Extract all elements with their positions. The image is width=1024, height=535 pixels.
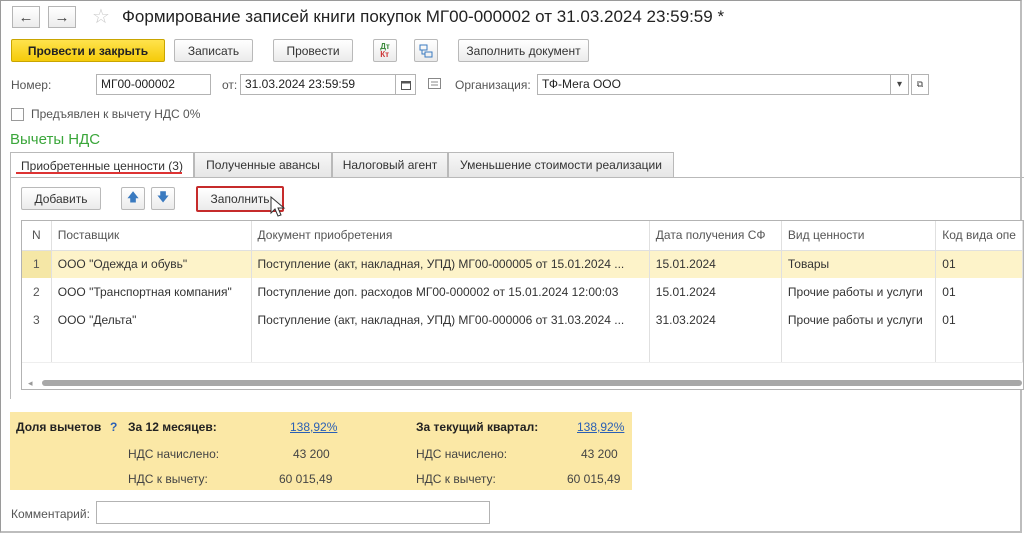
- organization-field[interactable]: ТФ-Мега ООО: [537, 74, 891, 95]
- acquired-values-table[interactable]: N Поставщик Документ приобретения Дата п…: [21, 220, 1024, 390]
- operation-code-cell: 01: [935, 250, 1023, 278]
- calendar-button[interactable]: [396, 74, 416, 95]
- section-title: Вычеты НДС: [10, 131, 101, 148]
- structure-button[interactable]: [414, 39, 438, 62]
- tab-sales-cost-reduction[interactable]: Уменьшение стоимости реализации: [448, 152, 674, 177]
- row-number: 1: [22, 250, 52, 278]
- value-type-cell: Товары: [781, 250, 937, 278]
- fill-document-button[interactable]: Заполнить документ: [458, 39, 589, 62]
- post-button[interactable]: Провести: [273, 39, 353, 62]
- tab-acquired-values[interactable]: Приобретенные ценности (3): [10, 152, 194, 178]
- supplier-cell: ООО "Дельта": [51, 306, 252, 334]
- mouse-cursor-icon: [270, 196, 286, 217]
- table-row[interactable]: 2 ООО "Транспортная компания" Поступлени…: [22, 278, 1023, 306]
- months12-label: За 12 месяцев:: [128, 420, 217, 434]
- arrow-right-icon: →: [54, 8, 70, 26]
- favorite-star-icon[interactable]: ☆: [92, 4, 110, 29]
- document-structure-icon: [419, 44, 433, 57]
- accrued-quarter-label: НДС начислено:: [416, 447, 508, 461]
- page-title: Формирование записей книги покупок МГ00-…: [122, 7, 725, 26]
- column-header-n[interactable]: N: [22, 221, 52, 251]
- table-row[interactable]: 1 ООО "Одежда и обувь" Поступление (акт,…: [22, 250, 1023, 278]
- chevron-down-icon: ▾: [896, 79, 903, 90]
- operation-code-cell: 01: [935, 278, 1023, 306]
- forward-button[interactable]: →: [48, 6, 76, 28]
- quarter-value-link[interactable]: 138,92%: [577, 420, 624, 434]
- deduct-12-value: 60 015,49: [279, 472, 333, 486]
- number-field[interactable]: МГ00-000002: [96, 74, 211, 95]
- months12-value-link[interactable]: 138,92%: [290, 420, 337, 434]
- scrollbar-thumb[interactable]: [42, 380, 1022, 386]
- document-cell: Поступление (акт, накладная, УПД) МГ00-0…: [251, 250, 650, 278]
- tab-tax-agent[interactable]: Налоговый агент: [332, 152, 448, 177]
- dt-kt-icon: Дт Кт: [380, 41, 390, 59]
- quarter-label: За текущий квартал:: [416, 420, 539, 434]
- arrow-left-icon: ←: [18, 8, 34, 26]
- scroll-left-icon[interactable]: ◂: [28, 378, 33, 389]
- add-button[interactable]: Добавить: [21, 187, 101, 210]
- organization-dropdown-button[interactable]: ▾: [891, 74, 909, 95]
- deductions-share-label: Доля вычетов: [16, 420, 102, 434]
- accrued-quarter-value: 43 200: [581, 447, 618, 461]
- accounting-entries-button[interactable]: Дт Кт: [373, 39, 397, 62]
- invoice-date-cell: 15.01.2024: [649, 278, 782, 306]
- vat0-label: Предъявлен к вычету НДС 0%: [31, 107, 201, 121]
- comment-field[interactable]: [96, 501, 490, 524]
- row-number: 3: [22, 306, 52, 334]
- accrued-12-value: 43 200: [293, 447, 330, 461]
- column-header-value-type[interactable]: Вид ценности: [781, 221, 937, 251]
- tab-received-advances[interactable]: Полученные авансы: [194, 152, 332, 177]
- vat0-checkbox[interactable]: [11, 108, 24, 121]
- value-type-cell: Прочие работы и услуги: [781, 278, 937, 306]
- deductions-summary-panel: Доля вычетов ? За 12 месяцев: 138,92% За…: [10, 412, 632, 490]
- help-icon[interactable]: ?: [110, 420, 117, 434]
- table-row[interactable]: 3 ООО "Дельта" Поступление (акт, накладн…: [22, 306, 1023, 334]
- number-label: Номер:: [11, 78, 52, 92]
- post-and-close-button[interactable]: Провести и закрыть: [11, 39, 165, 62]
- column-header-document[interactable]: Документ приобретения: [251, 221, 650, 251]
- operation-code-cell: 01: [935, 306, 1023, 334]
- empty-row: [22, 334, 1023, 363]
- invoice-date-cell: 31.03.2024: [649, 306, 782, 334]
- column-header-invoice-date[interactable]: Дата получения СФ: [649, 221, 782, 251]
- organization-open-button[interactable]: ⧉: [911, 74, 929, 95]
- document-cell: Поступление доп. расходов МГ00-000002 от…: [251, 278, 650, 306]
- deduct-12-label: НДС к вычету:: [128, 472, 208, 486]
- horizontal-scrollbar[interactable]: ◂: [22, 378, 1023, 388]
- status-icon[interactable]: [428, 78, 441, 92]
- deduct-quarter-value: 60 015,49: [567, 472, 621, 486]
- document-cell: Поступление (акт, накладная, УПД) МГ00-0…: [251, 306, 650, 334]
- invoice-date-cell: 15.01.2024: [649, 250, 782, 278]
- save-button[interactable]: Записать: [174, 39, 253, 62]
- row-number: 2: [22, 278, 52, 306]
- calendar-icon: [400, 80, 411, 90]
- list-icon: [428, 78, 441, 89]
- accrued-12-label: НДС начислено:: [128, 447, 220, 461]
- back-button[interactable]: ←: [12, 6, 40, 28]
- move-down-button[interactable]: 🡇: [151, 187, 175, 210]
- value-type-cell: Прочие работы и услуги: [781, 306, 937, 334]
- open-link-icon: ⧉: [916, 79, 924, 89]
- active-tab-highlight: [16, 172, 182, 174]
- column-header-supplier[interactable]: Поставщик: [51, 221, 252, 251]
- move-up-button[interactable]: 🡅: [121, 187, 145, 210]
- date-field[interactable]: 31.03.2024 23:59:59: [240, 74, 396, 95]
- column-header-operation-code[interactable]: Код вида опе: [935, 221, 1023, 251]
- organization-label: Организация:: [455, 78, 531, 92]
- supplier-cell: ООО "Транспортная компания": [51, 278, 252, 306]
- deduct-quarter-label: НДС к вычету:: [416, 472, 496, 486]
- date-label: от:: [222, 78, 238, 92]
- arrow-down-icon: 🡇: [156, 190, 170, 204]
- comment-label: Комментарий:: [11, 507, 90, 521]
- arrow-up-icon: 🡅: [126, 190, 140, 204]
- supplier-cell: ООО "Одежда и обувь": [51, 250, 252, 278]
